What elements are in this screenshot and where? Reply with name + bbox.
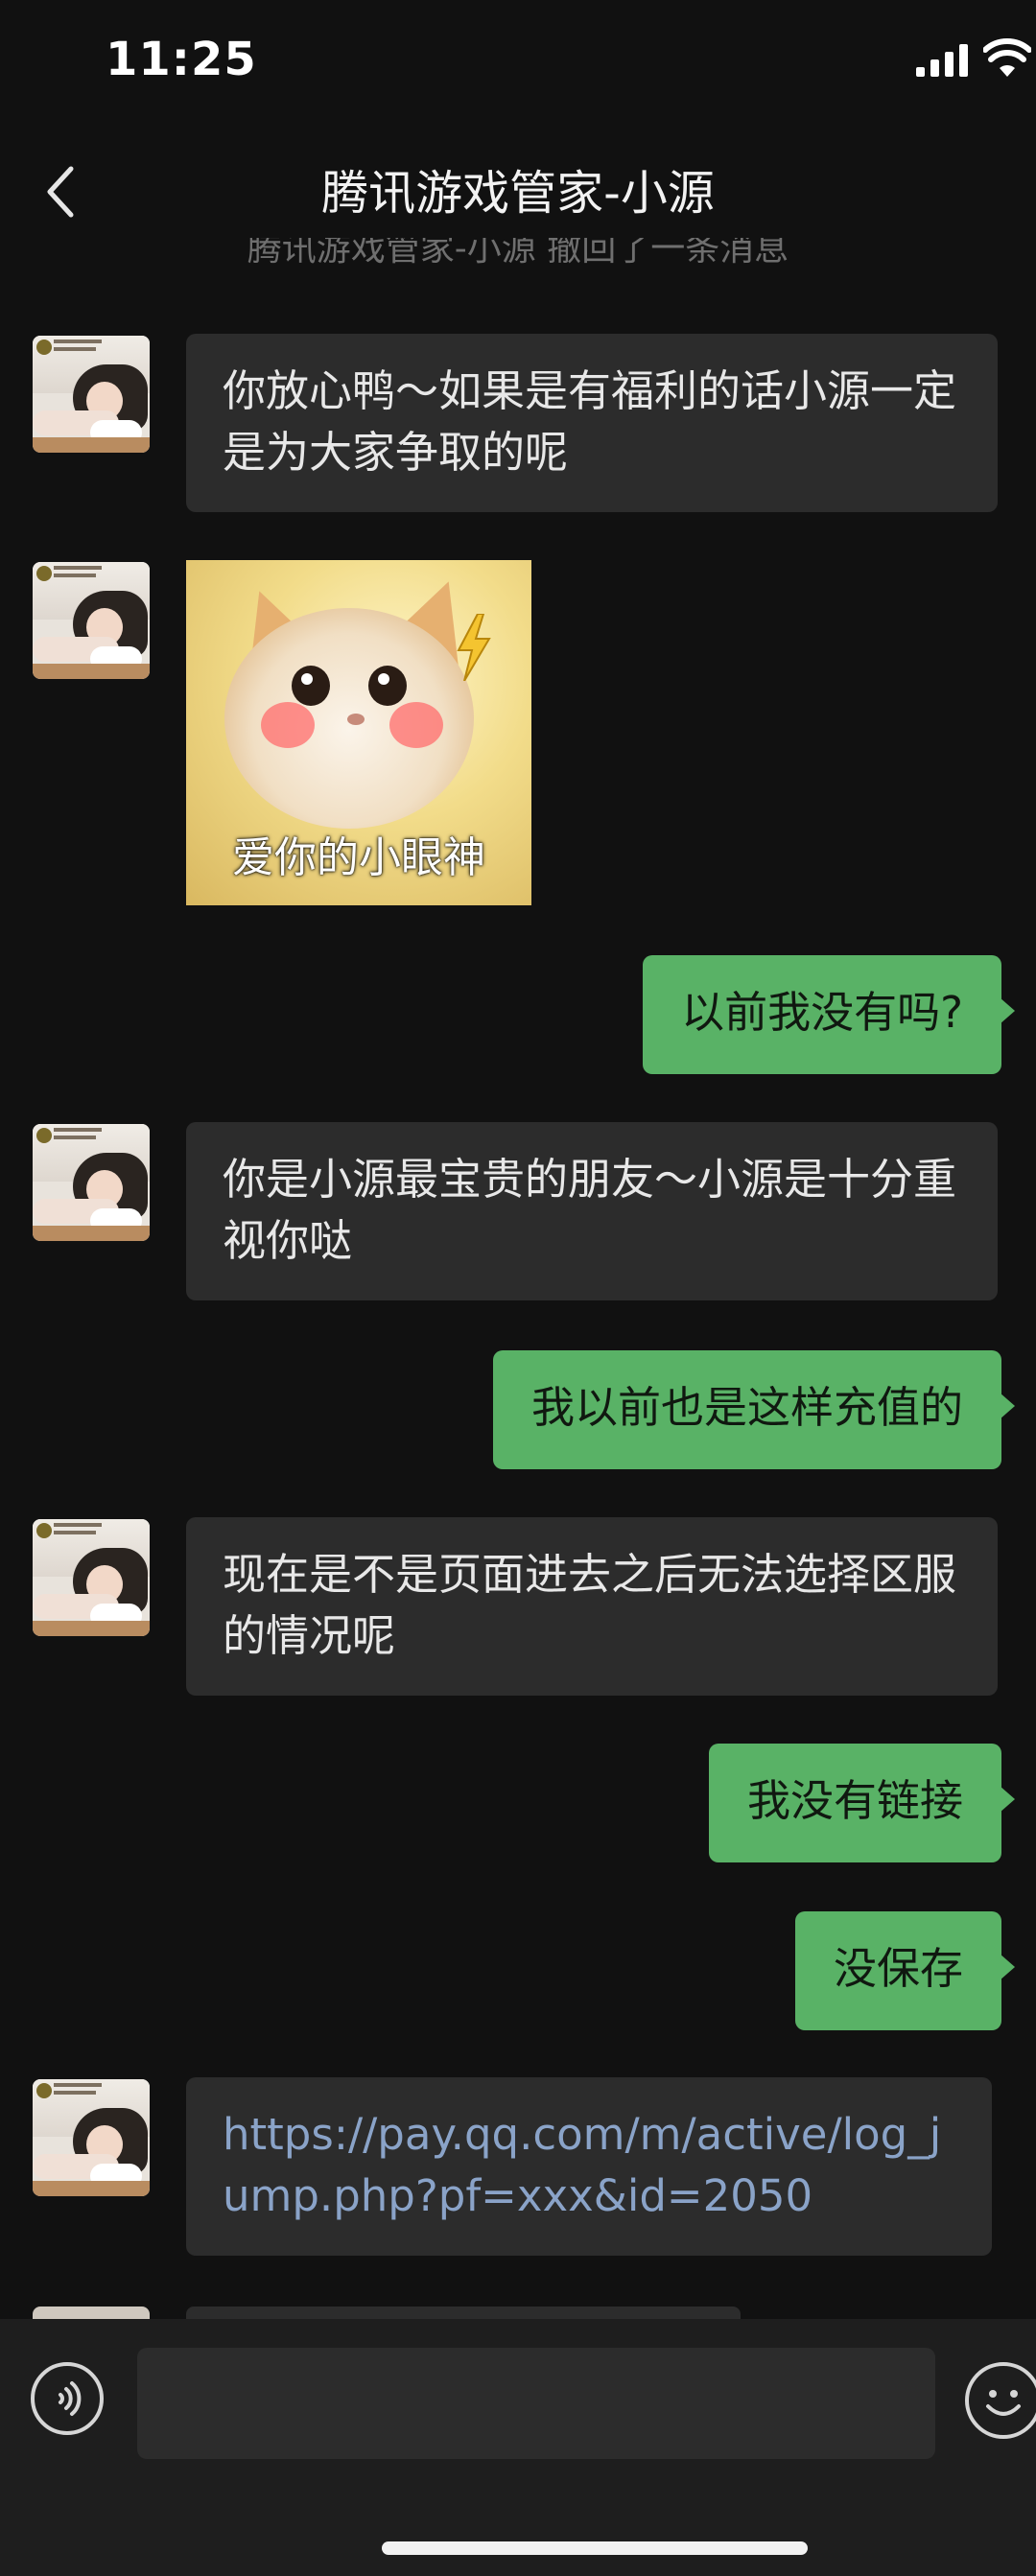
signal-icon <box>916 44 968 77</box>
message-bubble-incoming[interactable]: 现在是不是页面进去之后无法选择区服的情况呢 <box>186 1517 998 1696</box>
message-bubble-incoming <box>186 2307 741 2319</box>
message-composer <box>0 2319 1036 2576</box>
message-text: 我没有链接 <box>746 1775 963 1826</box>
contact-avatar[interactable] <box>33 336 150 453</box>
message-link[interactable]: https://pay.qq.com/m/active/log_jump.php… <box>223 2109 941 2221</box>
recall-notice-text: 腾讯游戏管家-小源 撤回了一条消息 <box>247 238 789 269</box>
status-time: 11:25 <box>106 33 257 86</box>
contact-avatar[interactable] <box>33 562 150 679</box>
home-indicator[interactable] <box>382 2541 808 2555</box>
message-input[interactable] <box>137 2348 935 2459</box>
contact-avatar[interactable] <box>33 1124 150 1241</box>
wifi-icon <box>983 38 1031 77</box>
message-bubble-outgoing[interactable]: 没保存 <box>794 1911 1016 2030</box>
lightning-icon <box>457 614 491 681</box>
message-text: 没保存 <box>833 1943 963 1994</box>
message-text: 现在是不是页面进去之后无法选择区服的情况呢 <box>223 1549 957 1661</box>
message-text: 以前我没有吗? <box>681 987 963 1038</box>
message-text: 你是小源最宝贵的朋友～小源是十分重视你哒 <box>223 1154 957 1266</box>
status-bar: 11:25 <box>0 0 1036 134</box>
chat-title: 腾讯游戏管家-小源 <box>321 166 715 221</box>
message-bubble-incoming[interactable]: 你是小源最宝贵的朋友～小源是十分重视你哒 <box>186 1122 998 1300</box>
voice-icon <box>59 2381 82 2416</box>
contact-avatar <box>33 2307 150 2319</box>
message-text: 我以前也是这样充值的 <box>530 1382 963 1433</box>
contact-avatar[interactable] <box>33 2079 150 2196</box>
message-bubble-outgoing[interactable]: 我以前也是这样充值的 <box>492 1350 1016 1469</box>
sticker-caption: 爱你的小眼神 <box>232 833 485 882</box>
message-bubble-incoming[interactable]: 你放心鸭～如果是有福利的话小源一定是为大家争取的呢 <box>186 334 998 512</box>
chat-header: 腾讯游戏管家-小源 <box>0 134 1036 245</box>
emoji-button[interactable] <box>965 2362 1036 2439</box>
contact-avatar[interactable] <box>33 1519 150 1636</box>
recall-notice: 腾讯游戏管家-小源 撤回了一条消息 <box>0 238 1036 270</box>
voice-button[interactable] <box>31 2362 104 2435</box>
message-bubble-outgoing[interactable]: 以前我没有吗? <box>643 955 1015 1074</box>
message-text: 你放心鸭～如果是有福利的话小源一定是为大家争取的呢 <box>223 365 957 478</box>
message-bubble-incoming[interactable]: https://pay.qq.com/m/active/log_jump.php… <box>186 2077 992 2256</box>
message-bubble-outgoing[interactable]: 我没有链接 <box>708 1744 1016 1862</box>
emoji-icon <box>986 2390 1021 2416</box>
sticker-image[interactable]: 爱你的小眼神 <box>186 560 531 905</box>
